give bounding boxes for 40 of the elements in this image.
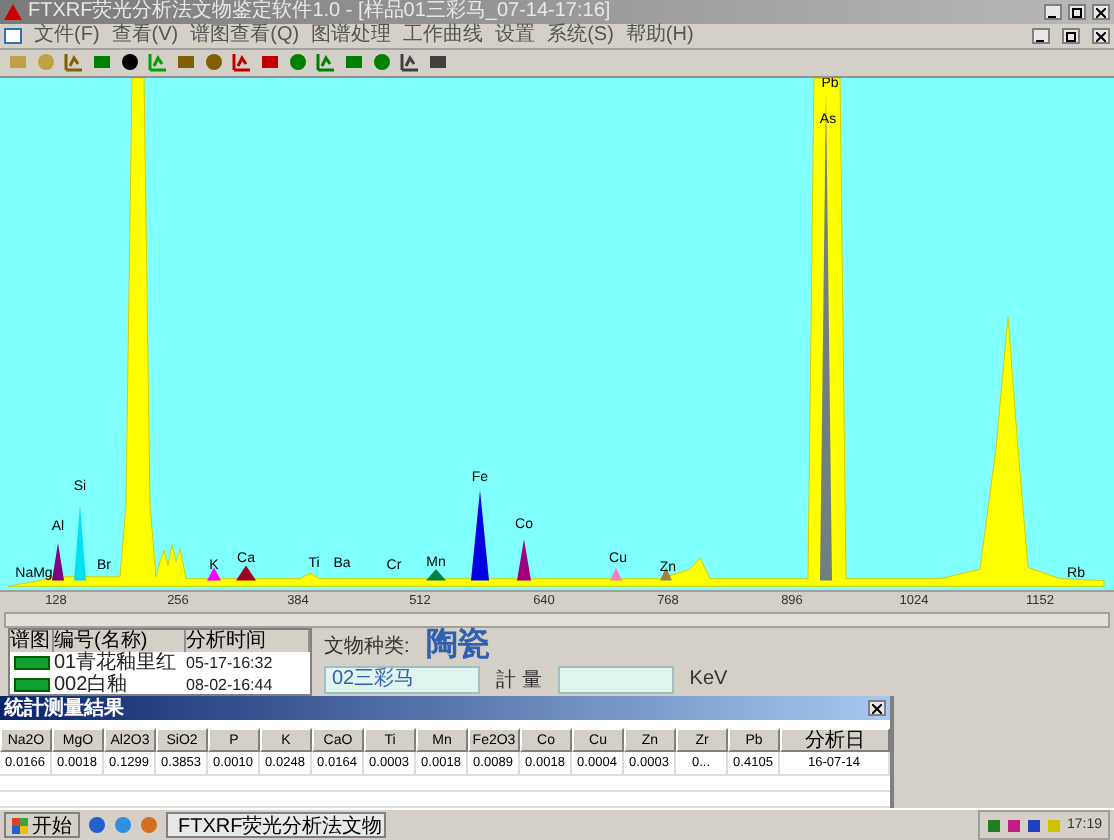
minimize-button[interactable] — [1044, 4, 1062, 20]
sample-time: 05-17-16:32 — [186, 652, 275, 675]
field-label: 文物种类: — [324, 633, 410, 660]
column-header: 编号(名称) — [54, 630, 186, 653]
minimize-button[interactable] — [1032, 28, 1050, 44]
sample-name: 002白釉 — [54, 674, 130, 697]
menu-item[interactable]: 设置 — [495, 24, 536, 48]
close-icon — [1096, 31, 1106, 41]
sample-field[interactable]: 02三彩马 — [324, 665, 480, 694]
sample-name: 01青花釉里红 — [54, 652, 179, 675]
close-button[interactable] — [868, 700, 886, 717]
column-header: 分析时间 — [186, 630, 310, 653]
start-button[interactable]: 开始 — [4, 812, 80, 839]
sample-time: 08-02-16:44 — [186, 674, 275, 697]
menu-item[interactable]: 查看(V) — [111, 24, 179, 48]
scrollbar[interactable] — [4, 612, 1110, 629]
close-button[interactable] — [1092, 28, 1110, 44]
close-button[interactable] — [1092, 4, 1110, 20]
dialog-title: 統計测量結果 — [4, 695, 126, 723]
menu-item[interactable]: 帮助(H) — [625, 24, 694, 48]
menu-item[interactable]: 图谱处理 — [311, 24, 392, 48]
menu-item[interactable]: 系统(S) — [547, 24, 614, 48]
artifact-type: 陶瓷 — [425, 625, 490, 667]
column-header: 分析日 — [780, 728, 890, 753]
app-icon — [4, 4, 22, 20]
unit-label: KeV — [689, 668, 728, 691]
menu-item[interactable]: 文件(F) — [34, 24, 100, 48]
close-icon — [1096, 7, 1106, 17]
document-icon — [4, 28, 22, 44]
spectrum-thumbnail — [14, 656, 50, 671]
restore-icon — [1066, 31, 1076, 41]
windows-logo — [12, 817, 28, 834]
menu-item[interactable]: 谱图查看(Q) — [190, 24, 300, 48]
input-field[interactable] — [557, 665, 674, 694]
menu-item[interactable]: 工作曲线 — [403, 24, 484, 48]
start-label: 开始 — [32, 813, 72, 840]
restore-icon — [1072, 7, 1082, 17]
field-label: 計 量 — [496, 667, 542, 694]
close-icon — [872, 703, 882, 714]
spectrum-thumbnail — [14, 678, 50, 693]
